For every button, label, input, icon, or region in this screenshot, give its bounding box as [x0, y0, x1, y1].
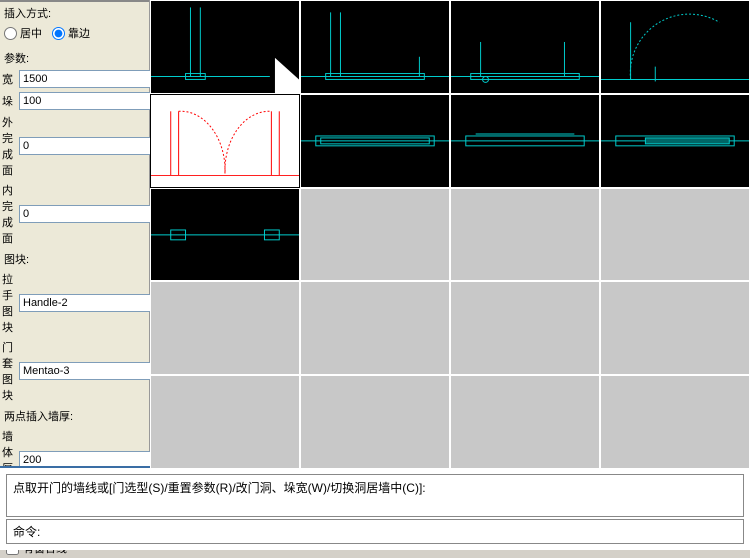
thumbnail-empty[interactable]: [150, 375, 300, 469]
param-outer-label: 外完成面: [2, 114, 15, 178]
thumbnail[interactable]: [600, 0, 750, 94]
thumbnail-empty[interactable]: [300, 375, 450, 469]
param-threshold-row: 垛: [0, 90, 149, 112]
block-mentao-row: 门套图块: [0, 337, 149, 405]
thumbnail-empty[interactable]: [450, 375, 600, 469]
thumbnail[interactable]: [600, 94, 750, 188]
block-mentao-input[interactable]: [19, 362, 169, 380]
command-input-row[interactable]: 命令:: [6, 519, 744, 544]
thumbnail-selected[interactable]: [150, 94, 300, 188]
param-outer-input[interactable]: [19, 137, 169, 155]
block-handle-row: 拉手图块: [0, 269, 149, 337]
thumbnail[interactable]: [150, 0, 300, 94]
param-inner-label: 内完成面: [2, 182, 15, 246]
param-outer-row: 外完成面: [0, 112, 149, 180]
radio-center[interactable]: 居中: [4, 25, 42, 41]
radio-edge-input[interactable]: [52, 27, 65, 40]
thumbnail-empty[interactable]: [450, 281, 600, 375]
thumbnail-empty[interactable]: [600, 281, 750, 375]
command-prompt: 点取开门的墙线或[门选型(S)/重置参数(R)/改门洞、垛宽(W)/切换洞居墙中…: [6, 474, 744, 517]
param-threshold-label: 垛: [2, 93, 15, 109]
command-label: 命令:: [13, 525, 40, 539]
radio-center-input[interactable]: [4, 27, 17, 40]
main-area: 开门 推地弹簧门 向地弹簧门 向地弹簧门 EI门 推门 推门 套门洞 插入方式:…: [0, 0, 750, 466]
thumbnail-empty[interactable]: [600, 375, 750, 469]
block-handle-input[interactable]: [19, 294, 169, 312]
thumbnail-empty[interactable]: [300, 188, 450, 282]
app-root: 开门 推地弹簧门 向地弹簧门 向地弹簧门 EI门 推门 推门 套门洞 插入方式:…: [0, 0, 750, 550]
thumbnail[interactable]: [150, 188, 300, 282]
right-panel: <<上页(S) 下页>>(X) 匹配(P) 翻转(F) 替换(H) 两点插入(I…: [150, 0, 750, 466]
param-inner-row: 内完成面: [0, 180, 149, 248]
param-inner-input[interactable]: [19, 205, 169, 223]
wall-header: 两点插入墙厚:: [0, 405, 149, 426]
thumbnail-empty[interactable]: [150, 281, 300, 375]
thumbnail[interactable]: [450, 0, 600, 94]
thumbnail[interactable]: [300, 0, 450, 94]
insert-mode-label: 插入方式:: [0, 2, 149, 23]
params-header: 参数:: [0, 47, 149, 68]
radio-center-label: 居中: [20, 25, 42, 41]
left-panel: 开门 推地弹簧门 向地弹簧门 向地弹簧门 EI门 推门 推门 套门洞 插入方式:…: [0, 0, 150, 466]
param-width-label: 宽: [2, 71, 15, 87]
thumbnail-empty[interactable]: [600, 188, 750, 282]
thumbnail[interactable]: [450, 94, 600, 188]
param-threshold-input[interactable]: [19, 92, 169, 110]
thumbnail[interactable]: [300, 94, 450, 188]
radio-edge-label: 靠边: [68, 25, 90, 41]
radio-edge[interactable]: 靠边: [52, 25, 90, 41]
thumbnail-empty[interactable]: [450, 188, 600, 282]
param-width-input[interactable]: [19, 70, 169, 88]
param-width-row: 宽: [0, 68, 149, 90]
command-area: 点取开门的墙线或[门选型(S)/重置参数(R)/改门洞、垛宽(W)/切换洞居墙中…: [0, 466, 750, 550]
thumbnail-grid: [150, 0, 750, 469]
blocks-header: 图块:: [0, 248, 149, 269]
block-handle-label: 拉手图块: [2, 271, 15, 335]
thumbnail-empty[interactable]: [300, 281, 450, 375]
block-mentao-label: 门套图块: [2, 339, 15, 403]
insert-mode-radios: 居中 靠边: [0, 23, 149, 47]
